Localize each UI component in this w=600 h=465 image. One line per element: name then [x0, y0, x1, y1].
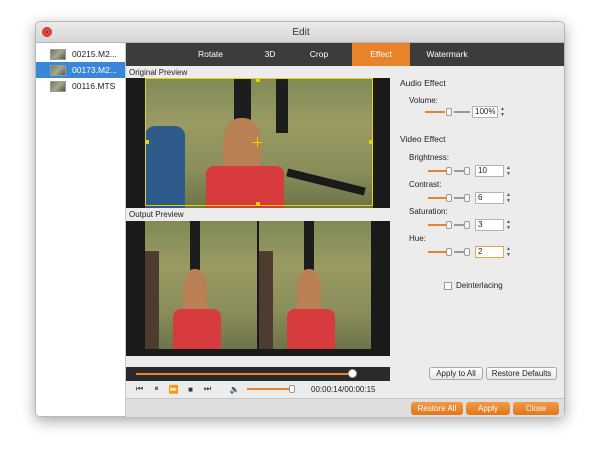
hue-input[interactable]: 2 — [475, 246, 504, 258]
brightness-slider[interactable] — [428, 167, 473, 175]
hue-stepper[interactable]: ▲ ▼ — [505, 246, 512, 258]
original-preview-label: Original Preview — [129, 68, 188, 77]
output-preview — [126, 221, 390, 356]
slider-knob[interactable] — [446, 108, 452, 116]
volume-knob[interactable] — [289, 385, 295, 393]
slider-knob[interactable] — [446, 194, 452, 202]
saturation-input[interactable]: 3 — [475, 219, 504, 231]
apply-button[interactable]: Apply — [466, 402, 510, 415]
crop-handle[interactable] — [256, 78, 260, 82]
tab-watermark[interactable]: Watermark — [410, 43, 484, 66]
timecode: 00:00:14/00:00:15 — [311, 384, 376, 394]
contrast-input[interactable]: 6 — [475, 192, 504, 204]
preview-area: Original Preview Output Preview — [126, 67, 390, 367]
apply-to-all-button[interactable]: Apply to All — [429, 367, 483, 380]
crop-handle[interactable] — [145, 140, 149, 144]
deinterlacing-checkbox[interactable] — [444, 281, 452, 290]
edit-tab-bar: Rotate 3D Crop Effect Watermark — [126, 43, 564, 66]
skip-end-icon[interactable]: ⏭ — [199, 382, 216, 396]
crop-handle[interactable] — [256, 202, 260, 206]
saturation-label: Saturation: — [409, 207, 448, 216]
hue-slider[interactable] — [428, 248, 473, 256]
brightness-stepper[interactable]: ▲ ▼ — [505, 165, 512, 177]
contrast-slider[interactable] — [428, 194, 473, 202]
volume-stepper[interactable]: ▲ ▼ — [499, 106, 506, 118]
stop-icon[interactable]: ■ — [182, 382, 199, 396]
effect-panel: Audio Effect Volume: 100% ▲ ▼ Video Effec… — [395, 73, 563, 393]
volume-label: Volume: — [409, 96, 438, 105]
fast-forward-icon[interactable]: ⏩ — [165, 382, 182, 396]
slider-knob[interactable] — [464, 221, 470, 229]
volume-input[interactable]: 100% — [472, 106, 498, 118]
output-preview-label: Output Preview — [129, 210, 184, 219]
saturation-slider[interactable] — [428, 221, 473, 229]
contrast-stepper[interactable]: ▲ ▼ — [505, 192, 512, 204]
pause-icon[interactable]: ⏸ — [148, 382, 165, 396]
volume-slider[interactable] — [247, 385, 295, 393]
deinterlacing-label: Deinterlacing — [456, 281, 503, 290]
slider-knob[interactable] — [464, 194, 470, 202]
original-preview — [126, 78, 390, 208]
contrast-label: Contrast: — [409, 180, 442, 189]
seek-knob[interactable] — [348, 369, 357, 378]
restore-defaults-button[interactable]: Restore Defaults — [486, 367, 557, 380]
slider-knob[interactable] — [446, 221, 452, 229]
audio-effect-heading: Audio Effect — [400, 78, 446, 88]
audio-volume-slider[interactable] — [425, 108, 470, 116]
tab-rotate[interactable]: Rotate — [173, 43, 248, 66]
playback-controls: ⏮ ⏸ ⏩ ■ ⏭ 🔈 00:00:14/00:00:15 — [126, 381, 390, 397]
slider-knob[interactable] — [446, 167, 452, 175]
restore-all-button[interactable]: Restore All — [411, 402, 463, 415]
skip-start-icon[interactable]: ⏮ — [131, 382, 148, 396]
slider-knob[interactable] — [446, 248, 452, 256]
speaker-icon[interactable]: 🔈 — [226, 382, 243, 396]
slider-knob[interactable] — [464, 248, 470, 256]
seek-track — [136, 373, 352, 375]
slider-knob[interactable] — [464, 167, 470, 175]
video-effect-heading: Video Effect — [400, 134, 446, 144]
hue-label: Hue: — [409, 234, 426, 243]
saturation-stepper[interactable]: ▲ ▼ — [505, 219, 512, 231]
tab-3d[interactable]: 3D — [248, 43, 292, 66]
deinterlacing-option[interactable]: Deinterlacing — [444, 281, 503, 290]
brightness-label: Brightness: — [409, 153, 450, 162]
close-button[interactable]: Close — [513, 402, 559, 415]
tab-crop[interactable]: Crop — [292, 43, 346, 66]
crop-handle[interactable] — [369, 140, 373, 144]
tab-effect[interactable]: Effect — [352, 43, 410, 66]
brightness-input[interactable]: 10 — [475, 165, 504, 177]
seek-bar[interactable] — [126, 367, 390, 381]
bottom-bar: Restore All Apply Close — [126, 398, 564, 417]
